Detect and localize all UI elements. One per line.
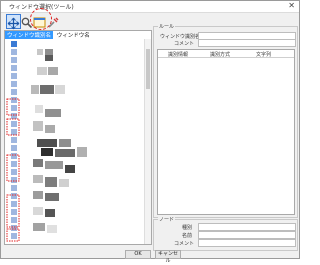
dialog-window: ウィンドウ選択(ツール) ✕ ウィンドウ識別名 ウィンドウ名 ルール ウィンドウ… [0,0,300,264]
kind-field[interactable] [198,223,296,231]
tree-mosaic [31,49,87,233]
tree-header: ウィンドウ識別名 ウィンドウ名 [5,31,151,39]
comment-field[interactable] [198,39,296,47]
rule-group: ルール ウィンドウ識別名 コメント 識別情報 識別方式 文字列 [153,23,298,218]
node-comment-field[interactable] [198,239,296,247]
comment-label: コメント [174,41,195,47]
node-group: ノード 種別 名前 コメント [153,216,298,251]
tree-area[interactable] [5,39,151,244]
tree-items-blurred [6,41,87,242]
rule-group-title: ルール [158,23,176,30]
kind-label: 種別 [182,225,193,231]
tree-column-identifier[interactable]: ウィンドウ識別名 [5,31,54,39]
name-label: 名前 [182,233,193,239]
drag-target-icon[interactable] [6,14,21,30]
scroll-thumb[interactable] [146,49,150,89]
node-icon-column [11,41,17,239]
identifier-label: ウィンドウ識別名 [160,34,201,40]
name-field[interactable] [198,231,296,239]
tree-scrollbar[interactable] [144,39,151,244]
properties-panel: ルール ウィンドウ識別名 コメント 識別情報 識別方式 文字列 ノード 種別 名… [153,23,298,253]
ok-button[interactable]: OK [125,250,151,259]
rule-list-header: 識別情報 識別方式 文字列 [158,50,294,58]
node-comment-label: コメント [174,241,195,247]
window-tree-pane[interactable]: ウィンドウ識別名 ウィンドウ名 [4,30,152,245]
node-group-title: ノード [158,216,176,223]
col-string[interactable]: 文字列 [256,51,271,58]
cancel-button[interactable]: キャンセル [155,250,181,264]
rule-list[interactable]: 識別情報 識別方式 文字列 [157,49,295,215]
close-icon[interactable]: ✕ [288,1,295,11]
highlight-ring [30,8,52,30]
tree-column-name[interactable]: ウィンドウ名 [55,31,92,39]
col-method[interactable]: 識別方式 [210,51,230,58]
col-identity-info[interactable]: 識別情報 [168,51,188,58]
